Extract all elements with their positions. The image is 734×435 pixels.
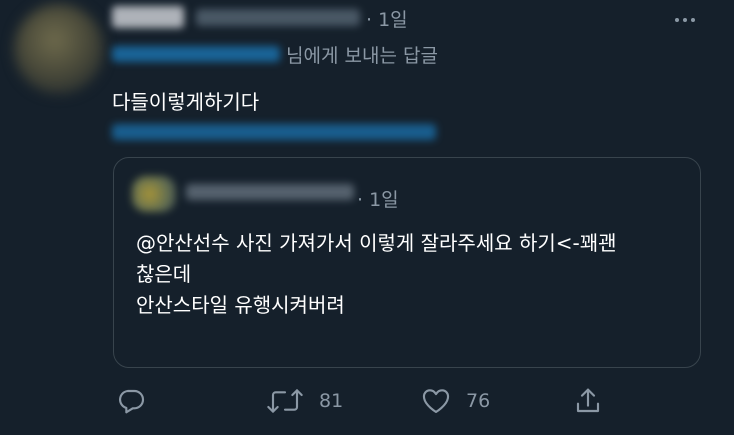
retweet-count: 81 (319, 390, 344, 412)
like-button[interactable]: 76 (420, 383, 490, 419)
share-button[interactable] (572, 383, 604, 419)
quoted-tweet[interactable]: · 1일 @안산선수 사진 가져가서 이렇게 잘라주세요 하기<-꽤괜 찮은데 … (113, 157, 701, 368)
tweet-link-redacted[interactable] (112, 124, 436, 140)
quoted-text-line: 찮은데 (136, 262, 192, 286)
share-icon (576, 388, 600, 413)
avatar[interactable] (14, 4, 104, 94)
reply-to-user-redacted[interactable] (112, 46, 280, 62)
quoted-avatar-redacted (132, 176, 176, 212)
heart-icon (422, 389, 450, 413)
more-icon[interactable] (669, 7, 701, 33)
quoted-text: @안산선수 사진 가져가서 이렇게 잘라주세요 하기<-꽤괜 찮은데 안산스타일… (136, 228, 686, 321)
tweet-text: 다들이렇게하기다 (112, 90, 260, 114)
author-handle-redacted[interactable] (196, 9, 360, 26)
reply-icon (119, 389, 145, 414)
quoted-timestamp: · 1일 (357, 189, 399, 211)
tweet[interactable]: · 1일 님에게 보내는 답글 다들이렇게하기다 · 1일 @안산선수 사진 가… (0, 0, 734, 435)
reply-to-label: 님에게 보내는 답글 (286, 45, 438, 67)
quoted-text-line: @안산선수 사진 가져가서 이렇게 잘라주세요 하기<-꽤괜 (136, 231, 617, 255)
retweet-button[interactable]: 81 (265, 383, 343, 419)
reply-button[interactable] (115, 383, 147, 419)
retweet-icon (267, 389, 303, 413)
tweet-timestamp[interactable]: · 1일 (366, 5, 408, 32)
like-count: 76 (466, 390, 491, 412)
quoted-author-redacted (186, 184, 354, 200)
author-name-redacted[interactable] (112, 6, 184, 28)
quoted-text-line: 안산스타일 유행시켜버려 (136, 293, 345, 317)
